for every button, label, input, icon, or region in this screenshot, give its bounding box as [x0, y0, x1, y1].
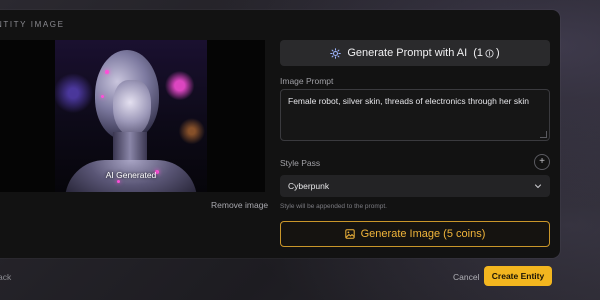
remove-image-button[interactable]: Remove image [211, 200, 268, 210]
robot-face-shape [113, 80, 151, 136]
resize-grip-icon[interactable] [540, 131, 547, 138]
add-style-button[interactable]: + [534, 154, 550, 170]
create-entity-label: Create Entity [491, 271, 545, 281]
circuit-light [105, 70, 109, 74]
style-pass-select[interactable]: Cyberpunk [280, 175, 550, 197]
image-prompt-value: Female robot, silver skin, threads of el… [288, 96, 529, 106]
image-icon [344, 229, 355, 239]
ai-generated-label: AI Generated [105, 170, 157, 180]
generate-prompt-cost-close: ) [495, 47, 500, 59]
coin-icon [485, 48, 494, 58]
circuit-light [101, 95, 104, 98]
image-prompt-textarea[interactable]: Female robot, silver skin, threads of el… [280, 89, 550, 141]
section-title: NTITY IMAGE [0, 20, 65, 29]
create-entity-button[interactable]: Create Entity [484, 266, 552, 286]
generate-prompt-label: Generate Prompt with AI [347, 47, 468, 59]
image-prompt-label: Image Prompt [280, 76, 334, 86]
generate-prompt-cost: (1 [473, 47, 483, 59]
style-hint-text: Style will be appended to the prompt. [280, 203, 387, 210]
generate-image-button[interactable]: Generate Image (5 coins) [280, 221, 550, 247]
back-button[interactable]: ack [0, 272, 11, 282]
sparkle-icon [330, 47, 342, 59]
generate-prompt-button[interactable]: Generate Prompt with AI (1 ) [280, 40, 550, 66]
generate-image-label: Generate Image (5 coins) [360, 228, 486, 240]
style-pass-value: Cyberpunk [288, 181, 330, 191]
chevron-down-icon [534, 184, 542, 189]
cancel-button[interactable]: Cancel [453, 272, 479, 282]
circuit-light [117, 180, 120, 183]
style-pass-label: Style Pass [280, 158, 321, 168]
plus-icon: + [539, 156, 545, 167]
